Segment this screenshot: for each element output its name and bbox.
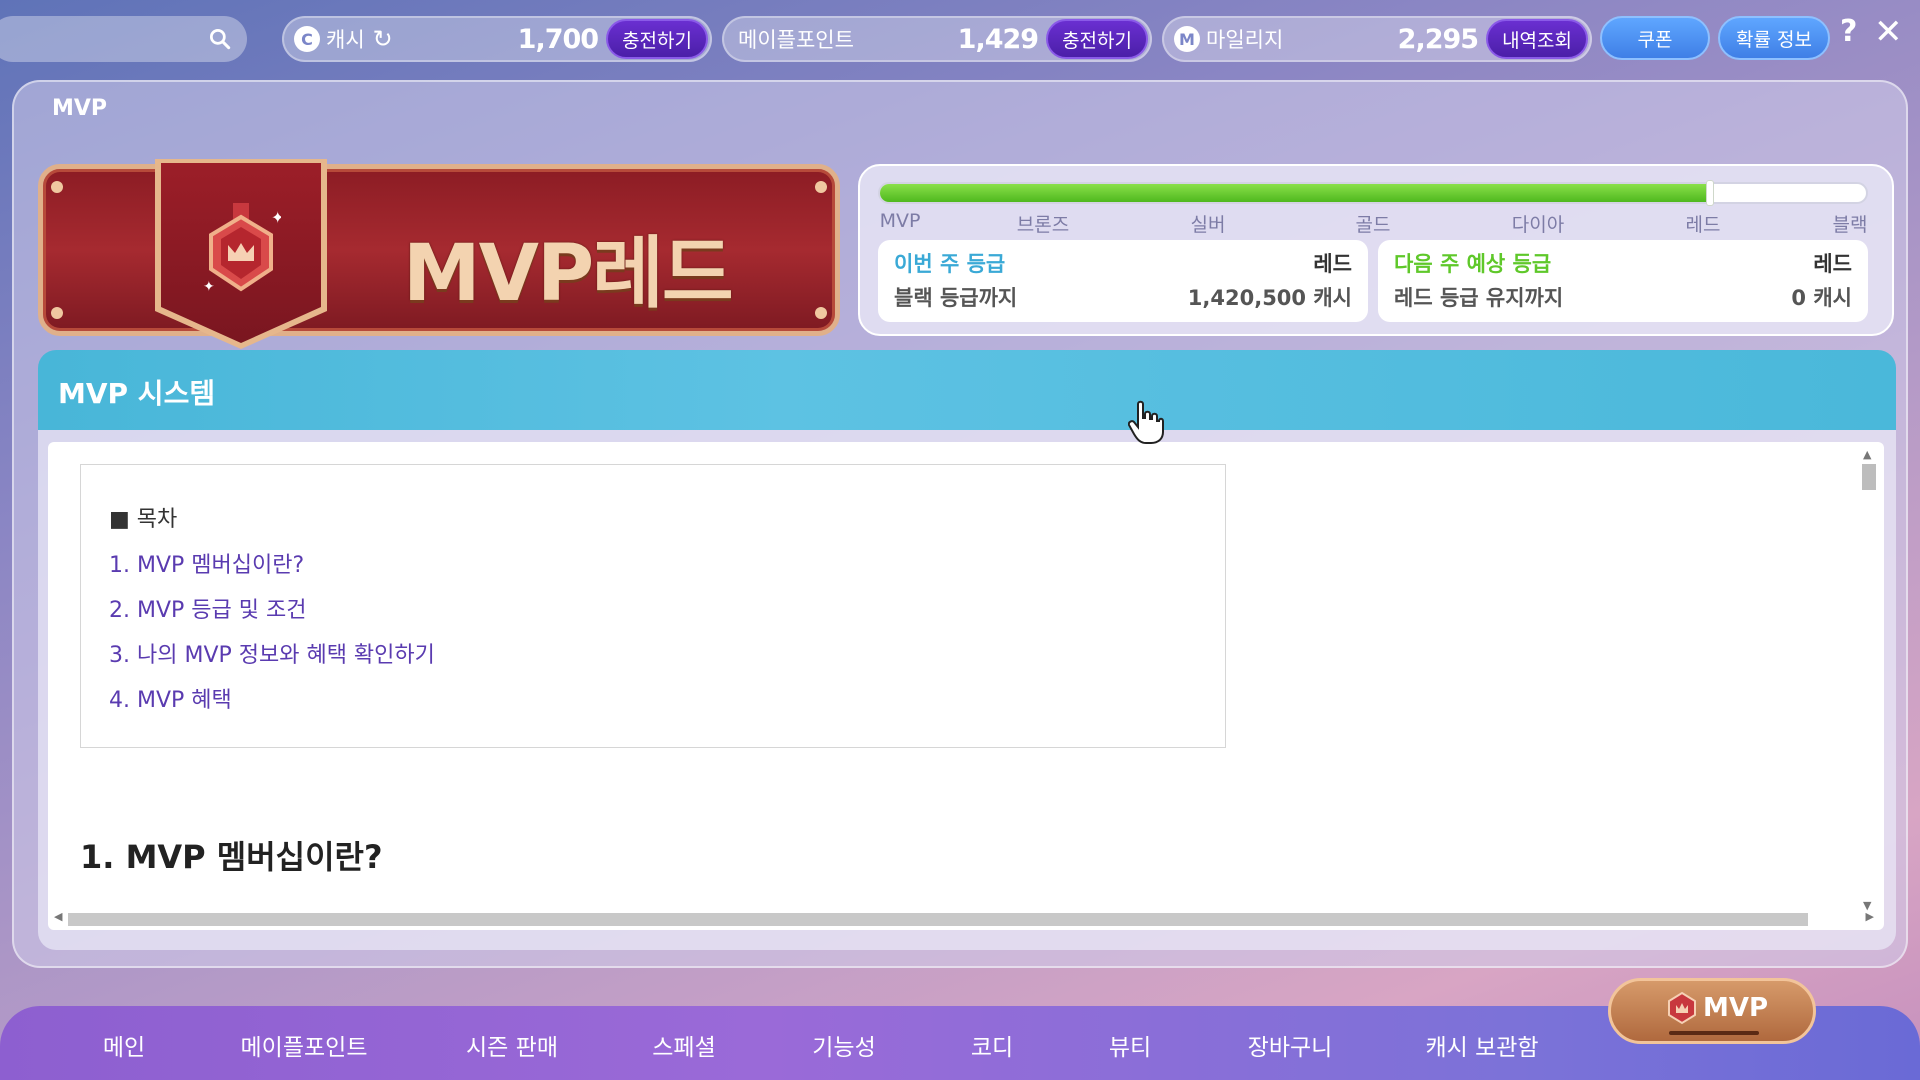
- grade-label: 레드: [1685, 214, 1721, 236]
- grade-label: MVP: [879, 210, 921, 232]
- nav-item-season-sale[interactable]: 시즌 판매: [466, 1028, 558, 1062]
- mvp-system-title: MVP 시스템: [58, 377, 216, 410]
- cash-label: 캐시: [326, 28, 365, 52]
- h-scroll-thumb[interactable]: [68, 913, 1808, 926]
- help-icon[interactable]: ?: [1840, 14, 1857, 49]
- grade-progress-box: MVP 브론즈 실버 골드 다이아 레드 블랙 이번 주 등급 레드 블랙 등급까지 1,4…: [858, 164, 1894, 336]
- next-week-sub-label: 레드 등급 유지까지: [1394, 286, 1564, 310]
- maplepoint-value: 1,429: [957, 23, 1039, 55]
- toc-link-2[interactable]: 2. MVP 등급 및 조건: [109, 592, 306, 624]
- nav-item-cart[interactable]: 장바구니: [1248, 1028, 1333, 1062]
- search-input[interactable]: [0, 16, 247, 62]
- nav-item-coordi[interactable]: 코디: [971, 1028, 1013, 1062]
- nav-item-maplepoint[interactable]: 메이플포인트: [241, 1028, 368, 1062]
- rivet: [51, 181, 63, 193]
- progress-marker: [1705, 180, 1714, 206]
- maplepoint-label: 메이플포인트: [738, 28, 854, 52]
- grade-label: 블랙: [1832, 214, 1868, 236]
- next-week-grade-card: 다음 주 예상 등급 레드 레드 등급 유지까지 0 캐시: [1378, 240, 1868, 322]
- next-week-sub-value: 0 캐시: [1791, 286, 1852, 310]
- scroll-right-arrow-icon[interactable]: ▶: [1866, 910, 1874, 923]
- vertical-scrollbar[interactable]: ▲ ▼: [1860, 448, 1876, 912]
- content-area: ■ 목차 1. MVP 멤버십이란? 2. MVP 등급 및 조건 3. 나의 …: [38, 430, 1896, 950]
- mvp-grade-banner: ✦ ✦ MVP레드: [38, 159, 840, 349]
- grade-label: 실버: [1190, 214, 1226, 236]
- panel-title: MVP: [52, 96, 108, 121]
- this-week-grade: 레드: [1313, 252, 1352, 276]
- scroll-left-arrow-icon[interactable]: ◀: [54, 910, 62, 923]
- grade-label: 브론즈: [1016, 214, 1070, 236]
- svg-text:✦: ✦: [271, 208, 281, 227]
- content-scroll-view[interactable]: ■ 목차 1. MVP 멤버십이란? 2. MVP 등급 및 조건 3. 나의 …: [48, 442, 1884, 930]
- nav-item-special[interactable]: 스페셜: [652, 1028, 715, 1062]
- mvp-nav-button[interactable]: MVP: [1608, 978, 1816, 1044]
- toc-link-3[interactable]: 3. 나의 MVP 정보와 혜택 확인하기: [109, 637, 435, 669]
- rivet: [815, 181, 827, 193]
- mileage-label: 마일리지: [1206, 28, 1284, 52]
- nav-item-cash-storage[interactable]: 캐시 보관함: [1425, 1028, 1538, 1062]
- rivet: [51, 307, 63, 319]
- grade-label: 다이아: [1511, 214, 1565, 236]
- red-medal-icon: ✦ ✦: [203, 203, 281, 293]
- coupon-button[interactable]: 쿠폰: [1600, 16, 1710, 60]
- section-title: 1. MVP 멤버십이란?: [80, 838, 383, 876]
- table-of-contents: ■ 목차 1. MVP 멤버십이란? 2. MVP 등급 및 조건 3. 나의 …: [80, 464, 1226, 748]
- this-week-grade-card: 이번 주 등급 레드 블랙 등급까지 1,420,500 캐시: [878, 240, 1368, 322]
- progress-fill: [880, 184, 1709, 202]
- mvp-nav-underline: [1669, 1031, 1759, 1035]
- this-week-title: 이번 주 등급: [894, 252, 1006, 276]
- cash-charge-button[interactable]: 충전하기: [606, 19, 708, 59]
- top-bar: C 캐시 ↻ 1,700 충전하기 메이플포인트 1,429 충전하기 M 마일…: [0, 0, 1920, 76]
- hand-cursor-icon: [1128, 400, 1164, 444]
- toc-link-1[interactable]: 1. MVP 멤버십이란?: [109, 547, 304, 579]
- mileage-history-button[interactable]: 내역조회: [1486, 19, 1588, 59]
- nav-item-functional[interactable]: 기능성: [812, 1028, 875, 1062]
- maplepoint-widget: 메이플포인트 1,429 충전하기: [722, 16, 1152, 62]
- probability-info-button[interactable]: 확률 정보: [1718, 16, 1830, 60]
- nav-item-main[interactable]: 메인: [103, 1028, 145, 1062]
- toc-link-4[interactable]: 4. MVP 혜택: [109, 682, 232, 714]
- rivet: [815, 307, 827, 319]
- cash-coin-icon: C: [294, 26, 320, 52]
- search-icon[interactable]: [207, 26, 233, 52]
- close-icon[interactable]: ✕: [1874, 12, 1903, 52]
- scroll-thumb[interactable]: [1862, 464, 1876, 490]
- cash-widget: C 캐시 ↻ 1,700 충전하기: [282, 16, 712, 62]
- grade-label: 골드: [1355, 214, 1391, 236]
- nav-item-beauty[interactable]: 뷰티: [1109, 1028, 1151, 1062]
- mvp-system-header: MVP 시스템: [38, 350, 1896, 430]
- mileage-widget: M 마일리지 2,295 내역조회: [1162, 16, 1592, 62]
- toc-heading: ■ 목차: [109, 507, 178, 532]
- next-week-grade: 레드: [1813, 252, 1852, 276]
- refresh-icon[interactable]: ↻: [373, 25, 393, 53]
- cash-value: 1,700: [517, 23, 599, 55]
- grade-progress-bar: [878, 182, 1868, 204]
- svg-text:✦: ✦: [203, 279, 215, 293]
- this-week-sub-label: 블랙 등급까지: [894, 286, 1018, 310]
- mvp-grade-title: MVP레드: [403, 229, 734, 319]
- this-week-sub-value: 1,420,500 캐시: [1187, 286, 1352, 310]
- mvp-nav-label: MVP: [1703, 993, 1769, 1023]
- mvp-medal-icon: [1668, 991, 1696, 1025]
- next-week-title: 다음 주 예상 등급: [1394, 252, 1552, 276]
- horizontal-scrollbar[interactable]: ◀ ▶: [54, 910, 1874, 928]
- scroll-up-arrow-icon[interactable]: ▲: [1863, 448, 1871, 461]
- maplepoint-charge-button[interactable]: 충전하기: [1046, 19, 1148, 59]
- mileage-coin-icon: M: [1174, 26, 1200, 52]
- mileage-value: 2,295: [1397, 23, 1479, 55]
- mvp-panel: MVP ✦ ✦ MVP레드 MVP 브론즈 실버 골드 다이아 레드 블랙 이번 주 등급 …: [12, 80, 1908, 968]
